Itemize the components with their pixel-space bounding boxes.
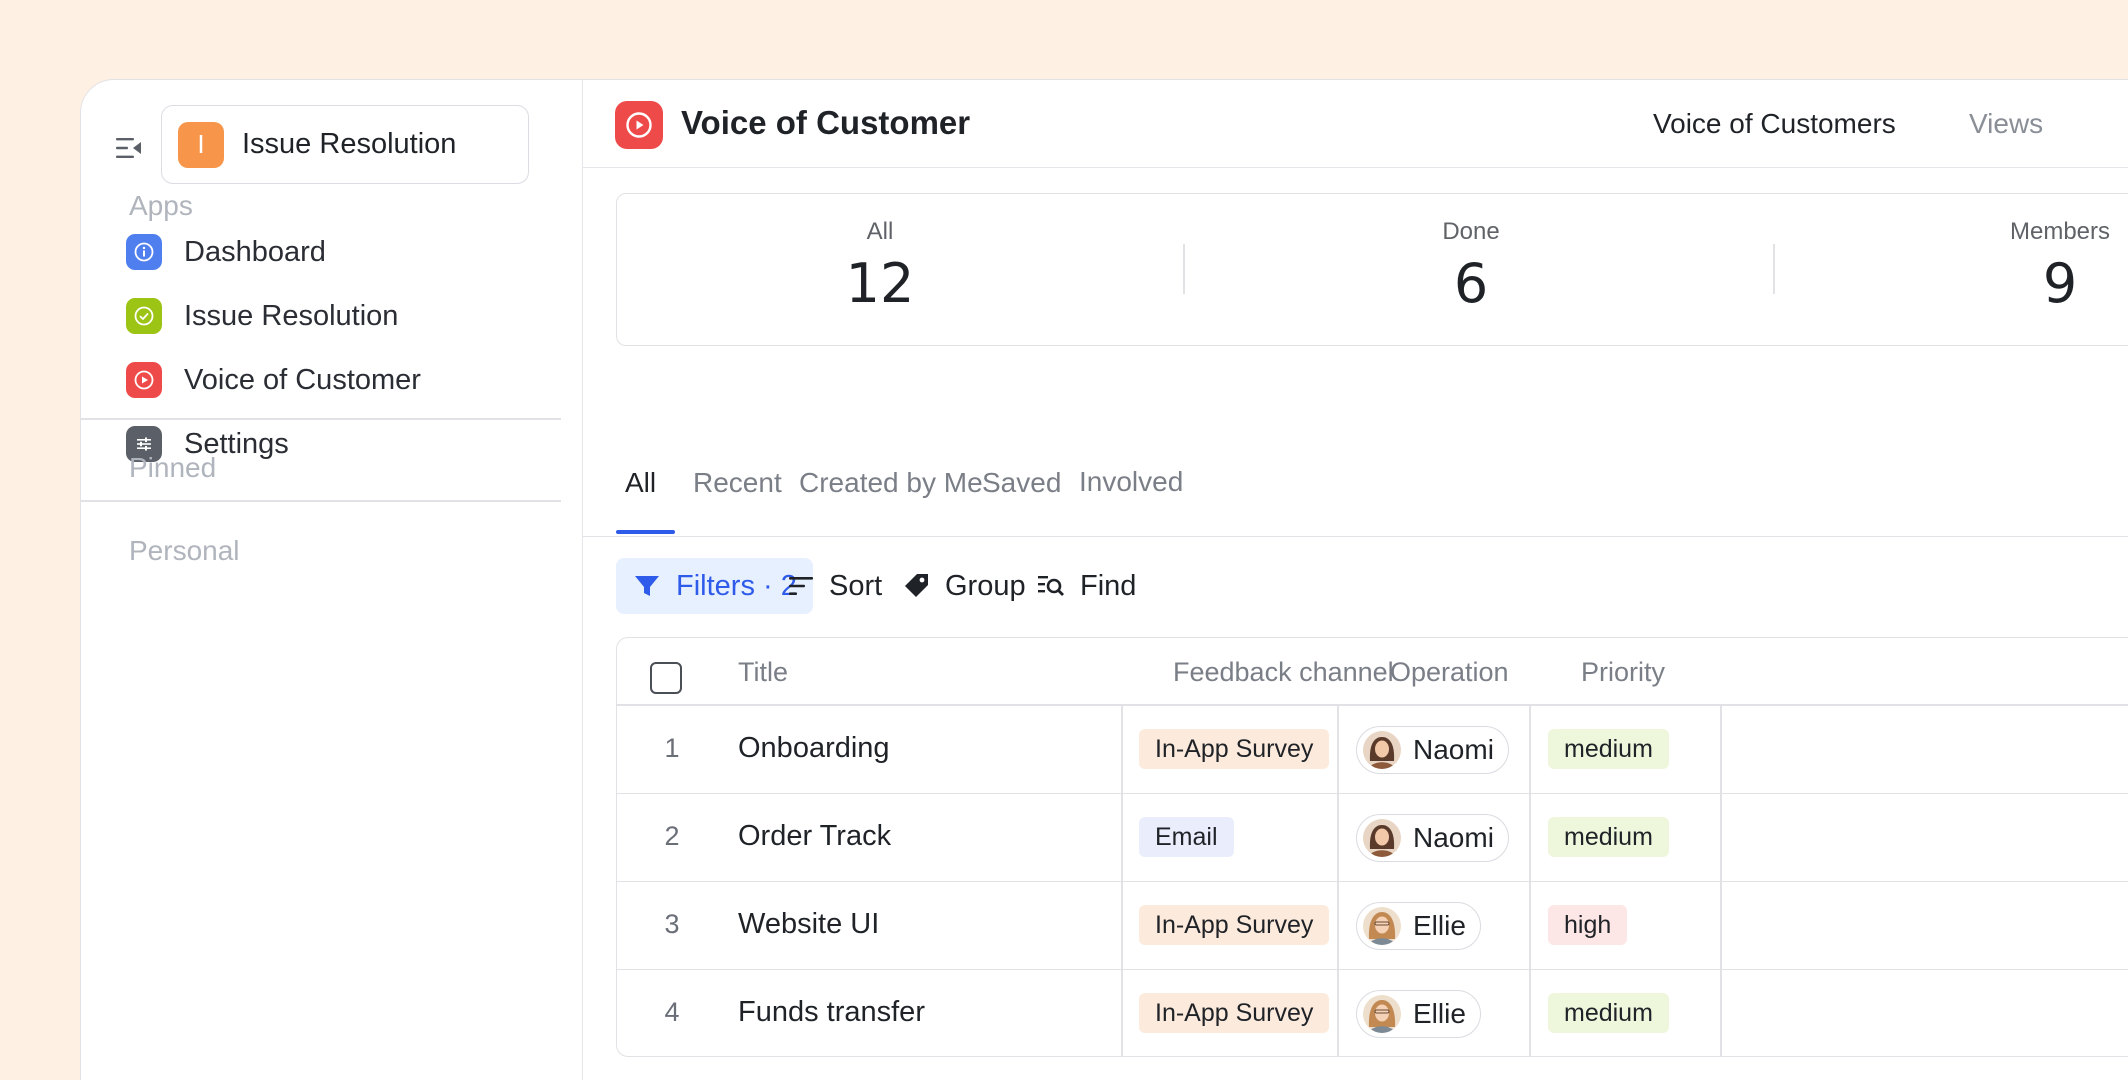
sidebar: I Issue Resolution Apps Dashboard Issue … [81, 80, 583, 1080]
sort-icon [789, 577, 813, 595]
sidebar-divider [81, 500, 561, 502]
operator-name: Naomi [1413, 734, 1494, 765]
workspace-badge: I [178, 121, 224, 168]
tab-recent[interactable]: Recent [693, 467, 782, 499]
avatar [1363, 819, 1401, 857]
filters-label: Filters · 2 [676, 569, 797, 602]
tab-saved[interactable]: Saved [982, 467, 1061, 499]
workspace-name: Issue Resolution [242, 128, 457, 160]
avatar [1363, 995, 1401, 1033]
stat-divider [1773, 244, 1775, 294]
column-header-operation[interactable]: Operation [1390, 657, 1509, 688]
tab-created-by-me[interactable]: Created by Me [799, 467, 983, 499]
play-circle-icon [126, 362, 162, 398]
priority-badge[interactable]: medium [1548, 817, 1669, 857]
page-header: Voice of Customer Voice of Customers Vie… [583, 80, 2128, 168]
avatar [1363, 731, 1401, 769]
stat-all: All 12 [730, 194, 1030, 315]
stat-label: All [866, 218, 894, 245]
sidebar-item-voice-of-customer[interactable]: Voice of Customer [126, 358, 421, 402]
operator-name: Ellie [1413, 910, 1466, 941]
column-header-feedback-channel[interactable]: Feedback channel [1173, 657, 1394, 688]
table-row[interactable]: 4 Funds transfer In-App Survey Ellie med… [617, 970, 2128, 1056]
active-tab-indicator [616, 530, 675, 534]
find-button[interactable]: Find [1036, 558, 1136, 614]
table-row[interactable]: 1 Onboarding In-App Survey Naomi medium [617, 706, 2128, 794]
workspace-switcher[interactable]: I Issue Resolution [161, 105, 529, 184]
check-circle-icon [126, 298, 162, 334]
group-button[interactable]: Group [901, 558, 1026, 614]
voice-of-customers-link[interactable]: Voice of Customers [1653, 108, 1896, 140]
feedback-channel-chip[interactable]: In-App Survey [1139, 905, 1330, 945]
collapse-sidebar-icon[interactable] [113, 132, 145, 164]
row-title[interactable]: Website UI [738, 908, 879, 941]
stat-value: 12 [845, 252, 915, 315]
select-all-checkbox[interactable] [650, 662, 682, 694]
stat-value: 6 [1453, 252, 1489, 315]
personal-section-label[interactable]: Personal [129, 535, 240, 567]
main-content: Voice of Customer Voice of Customers Vie… [583, 80, 2128, 1080]
operator-chip[interactable]: Ellie [1356, 902, 1481, 950]
column-header-title[interactable]: Title [738, 657, 788, 688]
tag-icon [905, 574, 928, 597]
sidebar-item-dashboard[interactable]: Dashboard [126, 230, 326, 274]
stat-label: Done [1442, 218, 1500, 245]
table-toolbar: Filters · 2 Sort Group Find [583, 558, 2128, 614]
group-label: Group [945, 569, 1026, 602]
stat-label: Members [2009, 218, 2111, 245]
table-row[interactable]: 2 Order Track Email Naomi medium [617, 794, 2128, 882]
avatar [1363, 907, 1401, 945]
operator-name: Ellie [1413, 998, 1466, 1029]
row-number: 3 [664, 909, 680, 939]
priority-badge[interactable]: high [1548, 905, 1628, 945]
find-label: Find [1080, 569, 1137, 602]
row-title[interactable]: Funds transfer [738, 996, 925, 1029]
column-header-priority[interactable]: Priority [1581, 657, 1665, 688]
operator-chip[interactable]: Ellie [1356, 990, 1481, 1038]
tab-all[interactable]: All [625, 467, 656, 499]
sidebar-item-issue-resolution[interactable]: Issue Resolution [126, 294, 398, 338]
filters-button[interactable]: Filters · 2 [616, 558, 813, 614]
row-title[interactable]: Onboarding [738, 732, 890, 765]
row-number: 4 [664, 997, 680, 1027]
info-icon [126, 234, 162, 270]
table-header: Title Feedback channel Operation Priorit… [617, 638, 2128, 706]
views-link[interactable]: Views [1969, 108, 2043, 140]
operator-name: Naomi [1413, 822, 1494, 853]
view-tabs: All Recent Created by Me Saved Involved [583, 430, 2128, 537]
filter-icon [635, 576, 659, 596]
sort-label: Sort [829, 569, 883, 602]
stat-value: 9 [2042, 252, 2078, 315]
sidebar-item-label: Issue Resolution [184, 299, 399, 332]
apps-section-label: Apps [129, 190, 193, 221]
stat-divider [1183, 244, 1185, 294]
feedback-channel-chip[interactable]: Email [1139, 817, 1234, 857]
sort-button[interactable]: Sort [787, 558, 882, 614]
priority-badge[interactable]: medium [1548, 729, 1669, 769]
priority-badge[interactable]: medium [1548, 993, 1669, 1033]
sidebar-item-label: Voice of Customer [184, 363, 421, 396]
table-row[interactable]: 3 Website UI In-App Survey Ellie high [617, 882, 2128, 970]
sidebar-item-label: Dashboard [184, 235, 326, 268]
row-title[interactable]: Order Track [738, 820, 891, 853]
operator-chip[interactable]: Naomi [1356, 726, 1509, 774]
feedback-channel-chip[interactable]: In-App Survey [1139, 729, 1330, 769]
tab-involved[interactable]: Involved [1079, 466, 1183, 498]
pinned-section-label[interactable]: Pinned [129, 452, 216, 484]
row-number: 2 [664, 821, 680, 851]
operator-chip[interactable]: Naomi [1356, 814, 1509, 862]
page-title: Voice of Customer [681, 104, 971, 141]
stat-members: Members 9 [1910, 194, 2128, 315]
feedback-channel-chip[interactable]: In-App Survey [1139, 993, 1330, 1033]
stats-panel: All 12 Done 6 Members 9 [616, 193, 2128, 346]
sidebar-divider [81, 418, 561, 420]
find-icon [1038, 576, 1064, 596]
issues-table: Title Feedback channel Operation Priorit… [616, 637, 2128, 1057]
app-window: I Issue Resolution Apps Dashboard Issue … [80, 79, 2128, 1080]
stat-done: Done 6 [1321, 194, 1621, 315]
play-circle-icon [615, 101, 663, 149]
row-number: 1 [664, 733, 680, 763]
